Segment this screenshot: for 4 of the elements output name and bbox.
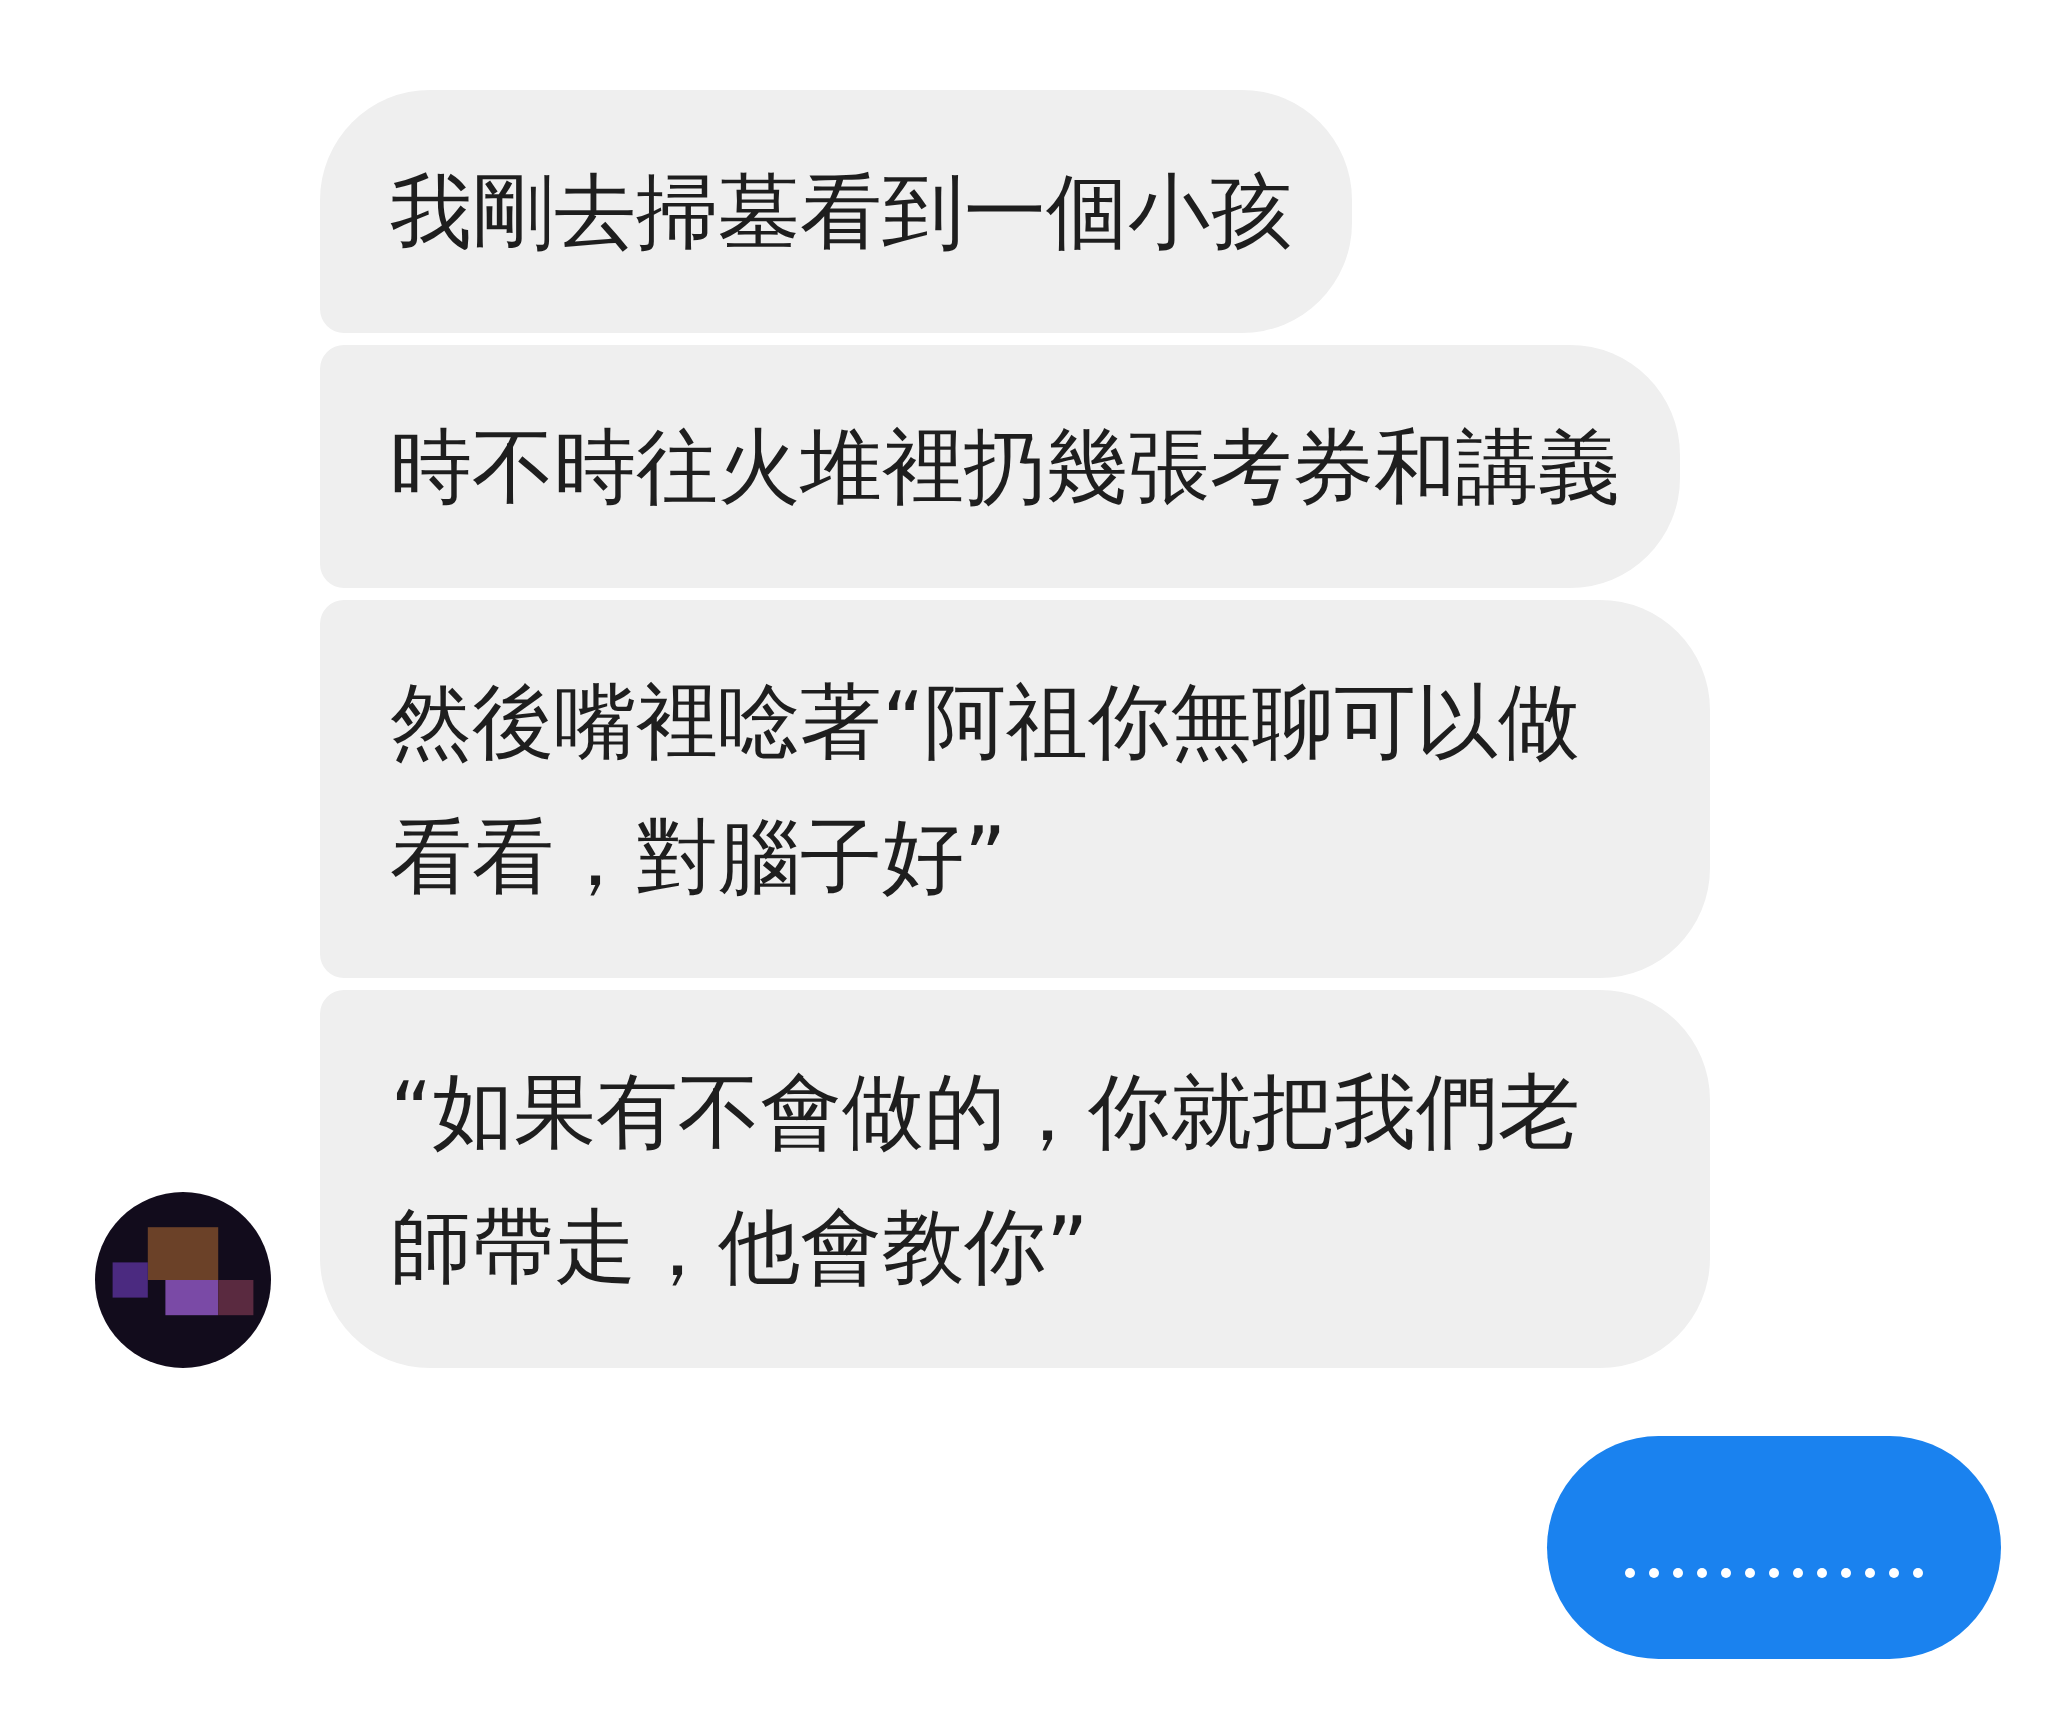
message-bubble: 然後嘴裡唸著“阿祖你無聊可以做看看，對腦子好”	[320, 600, 1710, 978]
message-bubble: 我剛去掃墓看到一個小孩	[320, 90, 1352, 333]
message-bubble: “如果有不會做的，你就把我們老師帶走，他會教你”	[320, 990, 1710, 1368]
message-bubble: 時不時往火堆裡扔幾張考券和講義	[320, 345, 1680, 588]
